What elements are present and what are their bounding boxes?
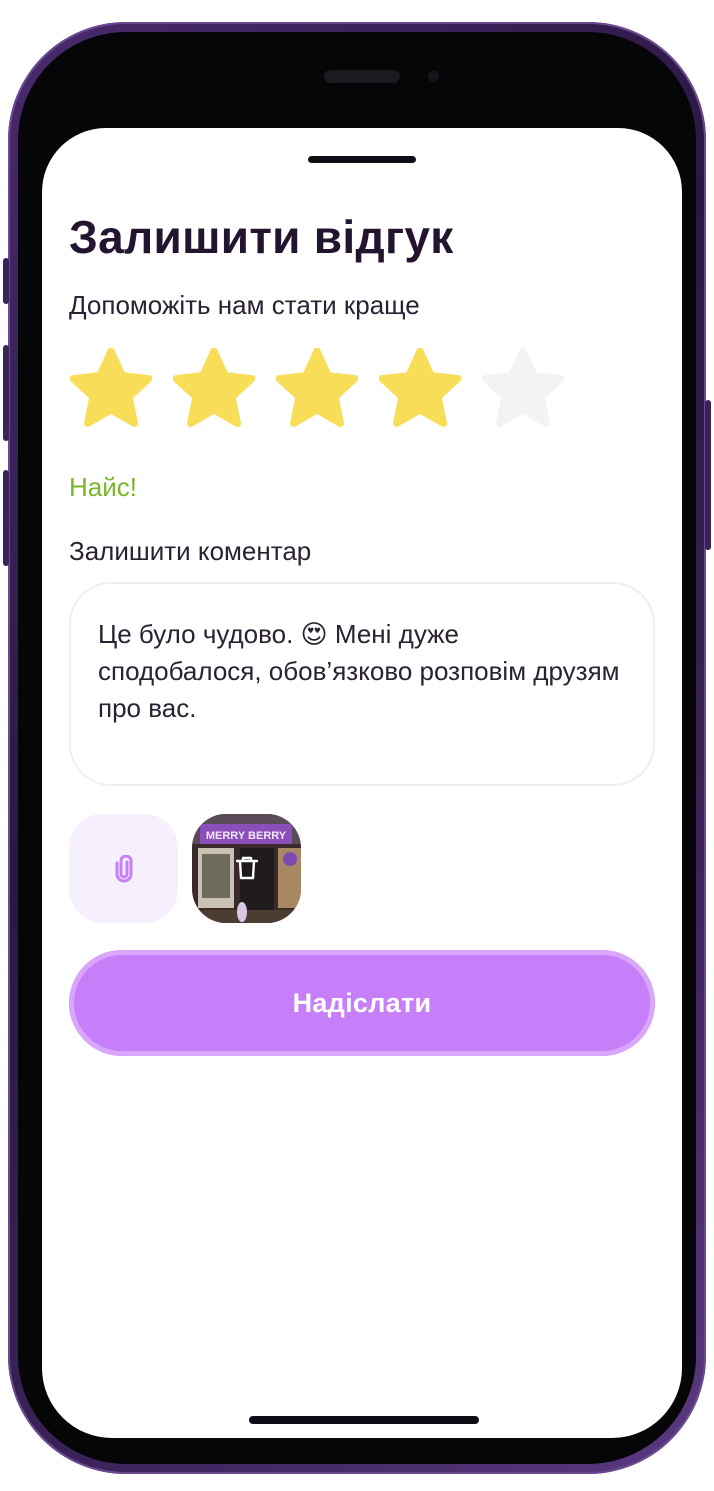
submit-button[interactable]: Надіслати bbox=[69, 950, 655, 1056]
star-filled-icon[interactable] bbox=[276, 348, 358, 430]
sheet-grab-handle[interactable] bbox=[308, 156, 416, 163]
star-rating[interactable] bbox=[70, 348, 564, 430]
submit-button-label: Надіслати bbox=[292, 987, 432, 1018]
remove-photo-button[interactable] bbox=[234, 854, 260, 882]
home-indicator[interactable] bbox=[249, 1416, 479, 1424]
star-filled-icon[interactable] bbox=[379, 348, 461, 430]
volume-down-button bbox=[3, 470, 9, 566]
feedback-sheet: Залишити відгук Допоможіть нам стати кра… bbox=[42, 128, 682, 1438]
trash-icon bbox=[235, 856, 259, 880]
photo-sign-text: MERRY BERRY bbox=[206, 830, 287, 842]
rating-label: Найс! bbox=[69, 472, 137, 502]
page-subtitle: Допоможіть нам стати краще bbox=[69, 290, 420, 320]
star-empty-icon[interactable] bbox=[482, 348, 564, 430]
paperclip-icon bbox=[115, 854, 132, 882]
star-filled-icon[interactable] bbox=[70, 348, 152, 430]
comment-label: Залишити коментар bbox=[69, 536, 312, 566]
volume-up-button bbox=[3, 345, 9, 441]
power-button bbox=[705, 400, 711, 550]
page-title: Залишити відгук bbox=[69, 211, 454, 263]
front-camera bbox=[428, 71, 439, 82]
star-filled-icon[interactable] bbox=[173, 348, 255, 430]
comment-field[interactable]: Це було чудово. 😍 Мені дуже сподобалося,… bbox=[69, 582, 655, 786]
comment-text: Це було чудово. 😍 Мені дуже сподобалося,… bbox=[98, 619, 620, 723]
action-button bbox=[3, 258, 9, 304]
attached-photo[interactable]: MERRY BERRY bbox=[192, 814, 301, 923]
attach-button[interactable] bbox=[69, 814, 178, 923]
earpiece-speaker bbox=[324, 70, 400, 83]
